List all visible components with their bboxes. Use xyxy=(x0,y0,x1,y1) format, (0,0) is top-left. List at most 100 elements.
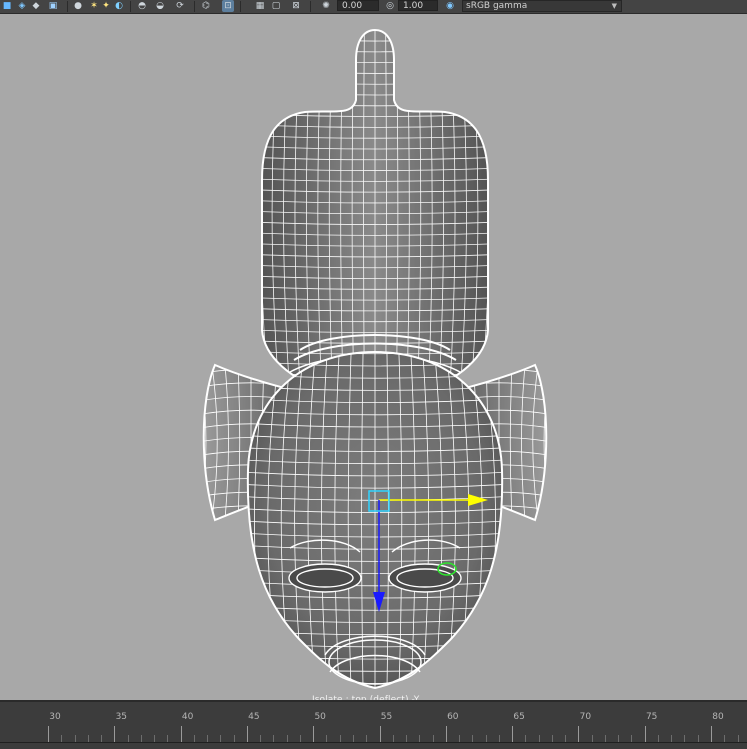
timeline-major-tick xyxy=(711,726,712,742)
timeline-minor-tick xyxy=(406,735,408,742)
timeline-minor-tick xyxy=(140,735,142,742)
toolbar-divider xyxy=(310,1,311,12)
sphere-icon[interactable]: ● xyxy=(72,0,84,12)
color-space-select[interactable]: sRGB gamma ▼ xyxy=(462,0,622,12)
sphere-icon[interactable]: ◒ xyxy=(154,0,166,12)
timeline-minor-tick xyxy=(697,735,699,742)
timeline-minor-tick xyxy=(657,735,659,742)
timeline-minor-tick xyxy=(233,735,235,742)
timeline-minor-tick xyxy=(87,735,89,742)
timeline-major-tick xyxy=(180,726,182,742)
timeline-minor-tick xyxy=(419,735,421,742)
exposure-icon[interactable]: ◉ xyxy=(444,0,456,12)
toolbar-divider xyxy=(194,1,195,12)
timeline-major-tick xyxy=(644,726,646,742)
timeline-minor-tick xyxy=(631,735,633,742)
timeline-tick-label: 30 xyxy=(49,712,61,722)
aperture-icon[interactable]: ✺ xyxy=(320,0,332,12)
timeline-tick-label: 35 xyxy=(115,712,128,722)
timeline-minor-tick xyxy=(684,735,686,742)
timeline-minor-tick xyxy=(551,735,553,742)
frame-icon[interactable]: ▢ xyxy=(270,0,282,12)
timeline-minor-tick xyxy=(485,735,487,742)
timeline-minor-tick xyxy=(459,735,461,742)
time-slider[interactable]: 30 35 40 45 50 55 60 65 70 75 80 xyxy=(0,700,747,749)
timeline-tick-label: 50 xyxy=(314,712,326,722)
chevron-down-icon: ▼ xyxy=(611,2,617,10)
gamma-field[interactable]: 1.00 xyxy=(398,0,438,11)
timeline-tick-label: 80 xyxy=(712,712,724,722)
isolate-icon[interactable]: ⊡ xyxy=(222,0,234,12)
timeline-minor-tick xyxy=(61,735,63,742)
timeline-tick-label: 55 xyxy=(380,712,393,722)
timeline-baseline xyxy=(0,742,747,743)
sync-icon[interactable]: ⟳ xyxy=(174,0,186,12)
viewport-canvas[interactable] xyxy=(0,13,747,700)
gamma-icon[interactable]: ◎ xyxy=(384,0,396,12)
timeline-major-tick xyxy=(246,726,248,742)
timeline-minor-tick xyxy=(432,735,434,742)
sphere-icon[interactable]: ◓ xyxy=(136,0,148,12)
timeline-minor-tick xyxy=(207,735,209,742)
exposure-field[interactable]: 0.00 xyxy=(337,0,379,11)
timeline-minor-tick xyxy=(671,735,673,742)
frame-icon[interactable]: ▦ xyxy=(254,0,266,12)
timeline-minor-tick xyxy=(260,735,262,742)
timeline-minor-tick xyxy=(339,735,341,742)
timeline-major-tick xyxy=(114,726,116,742)
timeline-minor-tick xyxy=(127,735,129,742)
timeline-minor-tick xyxy=(724,735,726,742)
timeline-minor-tick xyxy=(618,735,620,742)
timeline-tick-label: 60 xyxy=(447,712,459,722)
timeline-tick-label: 75 xyxy=(645,712,658,722)
timeline-tick-label: 40 xyxy=(181,712,194,722)
timeline-minor-tick xyxy=(326,735,328,742)
timeline-minor-tick xyxy=(101,735,103,742)
cube-icon[interactable]: ■ xyxy=(1,0,13,12)
timeline-minor-tick xyxy=(392,735,394,742)
timeline-minor-tick xyxy=(193,735,195,742)
timeline-minor-tick xyxy=(604,735,606,742)
timeline-minor-tick xyxy=(74,735,76,742)
timeline-minor-tick xyxy=(472,735,474,742)
3d-viewport[interactable]: Isolate : top (deflect) -Y xyxy=(0,13,747,705)
timeline-minor-tick xyxy=(525,735,527,742)
timeline-minor-tick xyxy=(565,735,567,742)
timeline-minor-tick xyxy=(591,735,593,742)
frame-icon[interactable]: ⊠ xyxy=(290,0,302,12)
timeline-tick-label: 65 xyxy=(513,712,525,722)
isolate-icon[interactable]: ⌬ xyxy=(200,0,212,12)
viewport-toolbar: ■ ◈ ◆ ▣ ● ✶ ✦ ◐ ◓ ◒ ⟳ ⌬ ⊡ ▦ ▢ ⊠ ✺ 0.00 ◎… xyxy=(0,0,747,14)
timeline-major-tick xyxy=(379,726,381,742)
toolbar-divider xyxy=(67,1,68,12)
toolbar-divider xyxy=(130,1,131,12)
timeline-minor-tick xyxy=(167,735,169,742)
timeline-minor-tick xyxy=(220,735,222,742)
timeline-tick-label: 70 xyxy=(579,712,592,722)
timeline-minor-tick xyxy=(273,735,275,742)
light-icon[interactable]: ✶ xyxy=(88,0,100,12)
timeline-major-tick xyxy=(578,726,580,742)
mask-crest[interactable] xyxy=(249,28,501,397)
timeline-minor-tick xyxy=(366,735,368,742)
timeline-tick-label: 45 xyxy=(248,712,260,722)
timeline-minor-tick xyxy=(538,735,540,742)
cube-icon[interactable]: ▣ xyxy=(47,0,59,12)
timeline-major-tick xyxy=(445,726,447,742)
cube-icon[interactable]: ◈ xyxy=(16,0,28,12)
sphere-icon[interactable]: ◐ xyxy=(113,0,125,12)
toolbar-divider xyxy=(240,1,241,12)
timeline-major-tick xyxy=(313,726,315,742)
timeline-minor-tick xyxy=(286,735,288,742)
timeline-major-tick xyxy=(48,726,49,742)
cube-icon[interactable]: ◆ xyxy=(30,0,42,12)
timeline-minor-tick xyxy=(737,735,739,742)
color-space-label: sRGB gamma xyxy=(466,1,528,11)
timeline-minor-tick xyxy=(498,735,500,742)
timeline-minor-tick xyxy=(352,735,354,742)
light-icon[interactable]: ✦ xyxy=(100,0,112,12)
mask-face[interactable] xyxy=(228,350,523,696)
timeline-minor-tick xyxy=(154,735,156,742)
timeline-major-tick xyxy=(512,726,514,742)
timeline-minor-tick xyxy=(299,735,301,742)
